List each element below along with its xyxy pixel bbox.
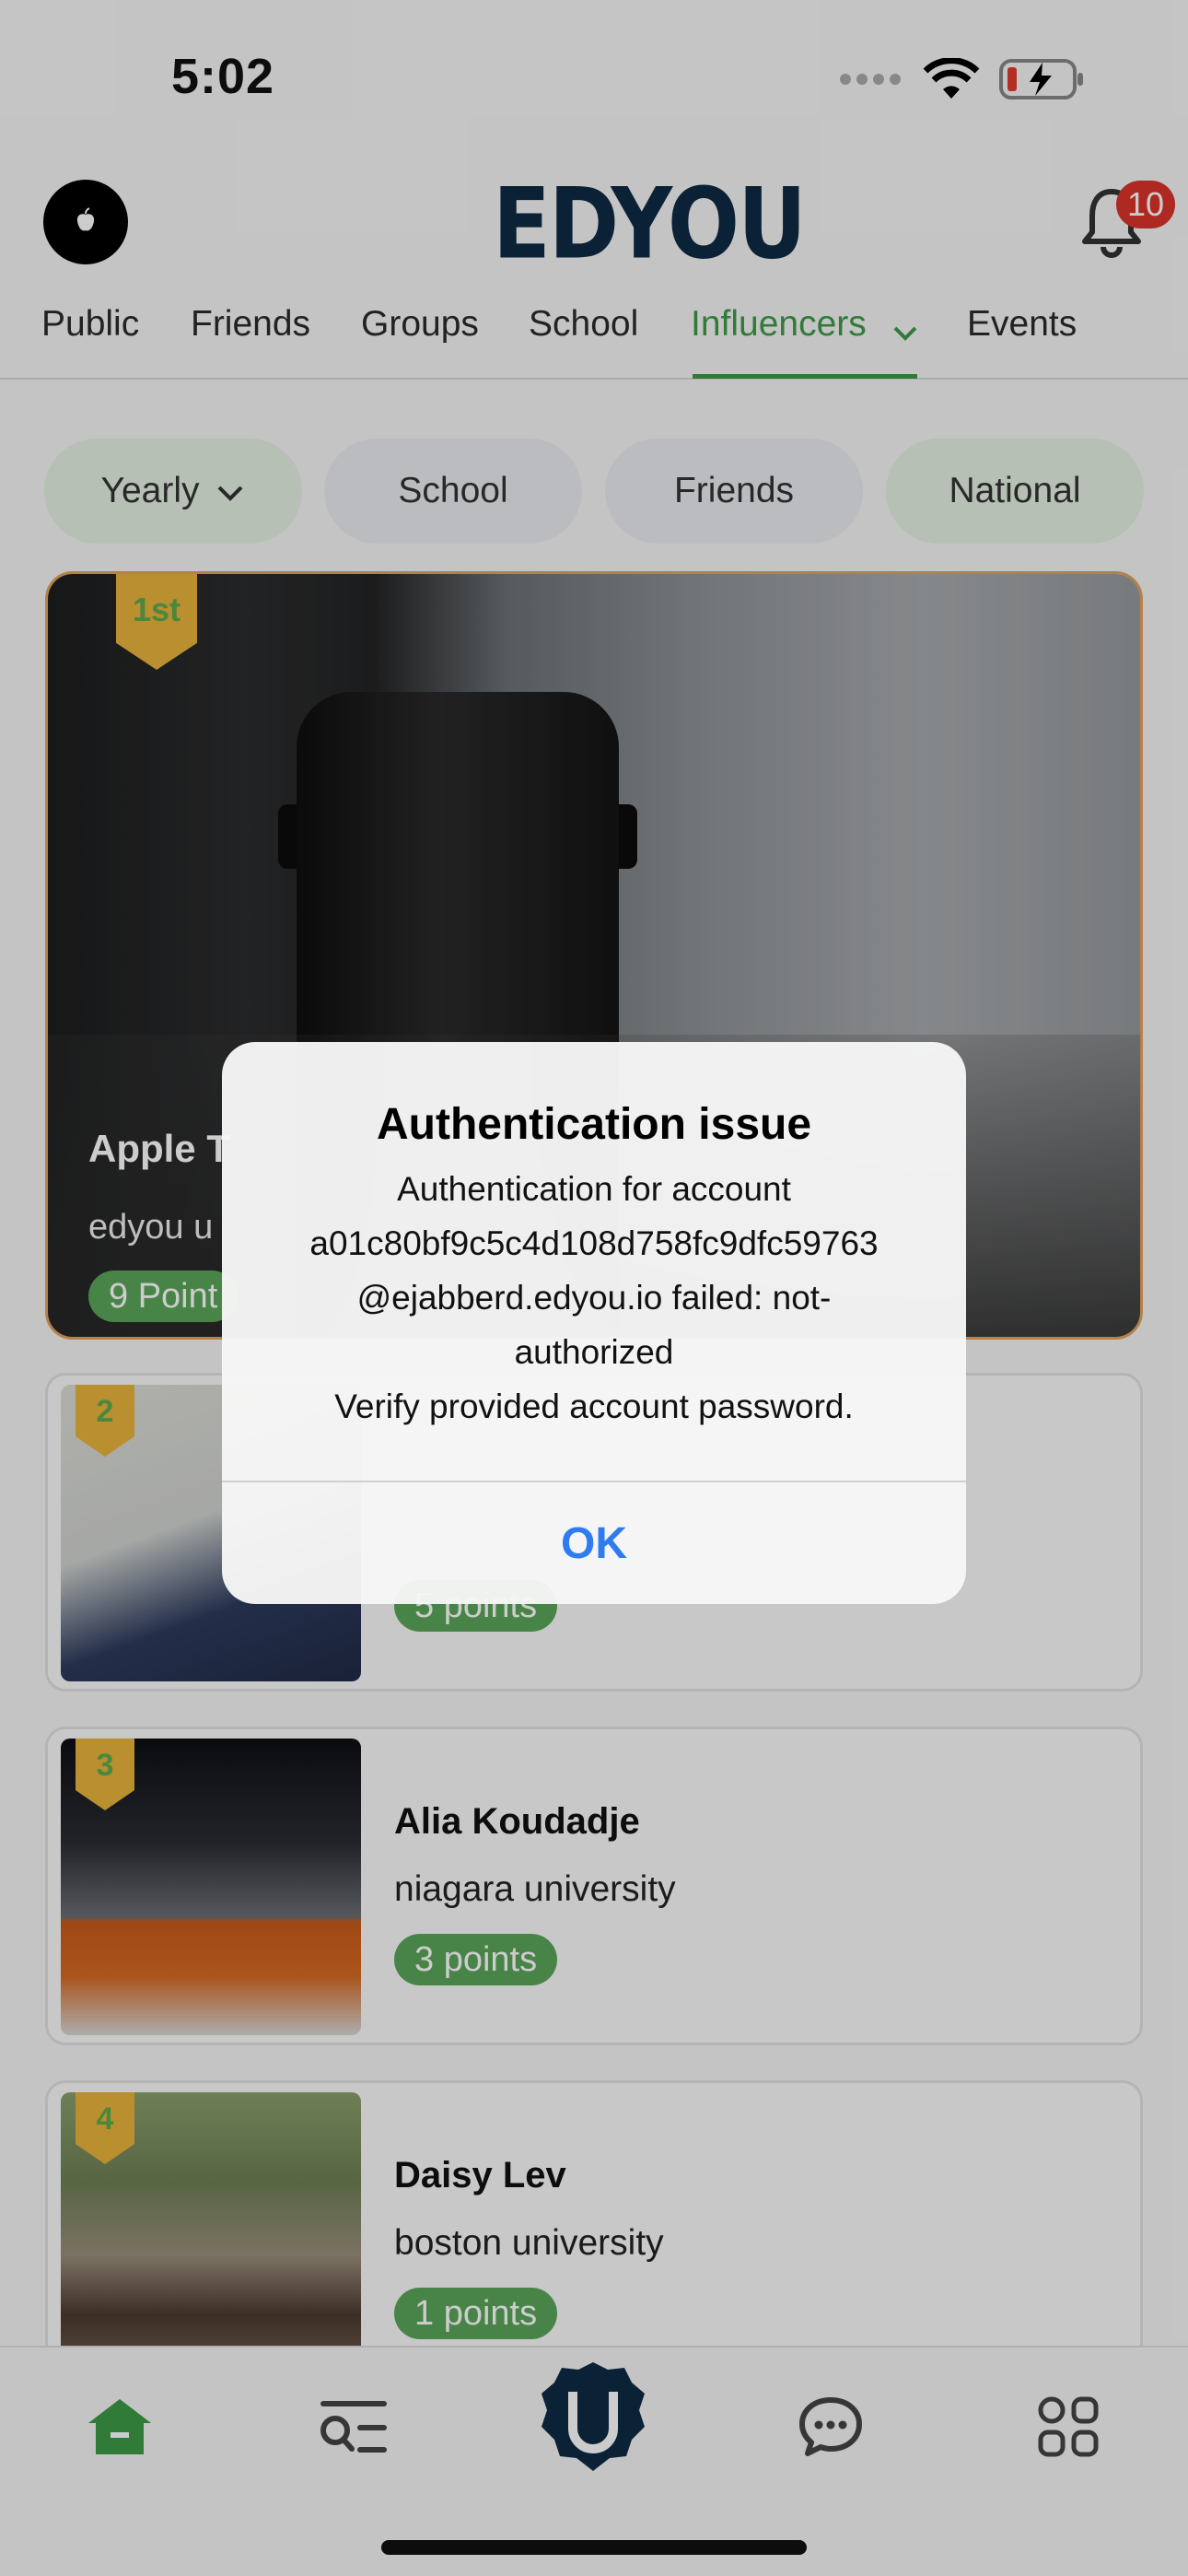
alert-message: Authentication for account a01c80bf9c5c4… — [259, 1162, 929, 1434]
ok-button[interactable]: OK — [222, 1482, 966, 1604]
alert-message-line: authorized — [514, 1333, 674, 1371]
alert-message-line: a01c80bf9c5c4d108d758fc9dfc59763 — [309, 1224, 879, 1262]
alert-message-line: @ejabberd.edyou.io failed: not- — [356, 1279, 832, 1317]
alert-message-line: Verify provided account password. — [334, 1388, 854, 1425]
authentication-alert-dialog: Authentication issue Authentication for … — [222, 1042, 966, 1604]
alert-title: Authentication issue — [376, 1100, 812, 1149]
alert-message-line: Authentication for account — [397, 1170, 791, 1208]
